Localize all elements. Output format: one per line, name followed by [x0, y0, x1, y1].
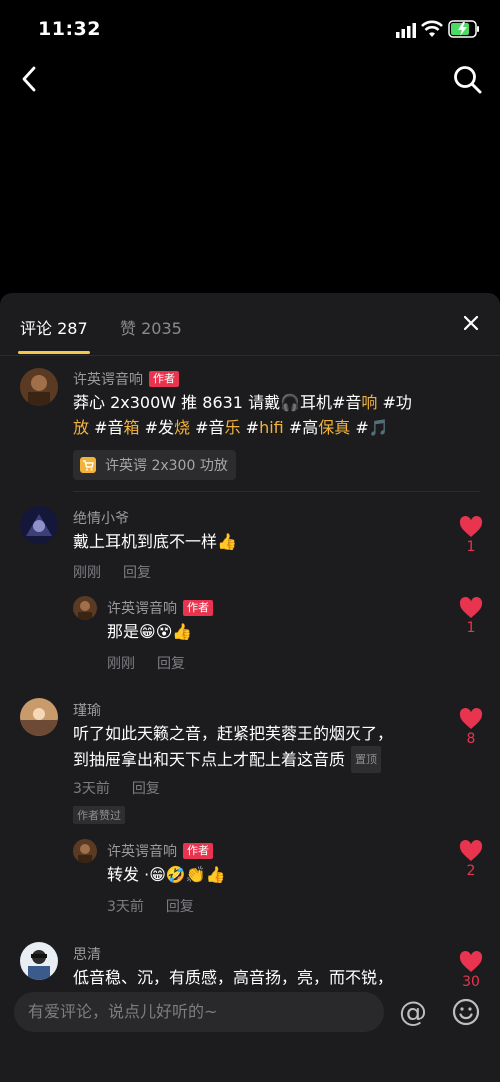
tab-comments[interactable]: 评论 287 [20, 315, 88, 339]
mention-at-icon[interactable]: @ [398, 997, 428, 1027]
timestamp: 刚刚 [73, 565, 101, 581]
hashtag-highlight[interactable]: 放 [73, 418, 89, 437]
text-segment: #高 [283, 418, 319, 437]
product-name: 许英谔 2x300 功放 [105, 458, 228, 474]
thumbs-up-emoji: 👍 [217, 532, 237, 551]
timestamp: 3天前 [73, 781, 110, 797]
comments-sheet: 评论 287 赞 2035 许英谔音响 作者 莽心 2x300W 推 8631 … [0, 293, 500, 1082]
author-liked-tag: 作者赞过 [73, 806, 125, 824]
text-segment: #音 [89, 418, 124, 437]
status-time: 11:32 [38, 18, 101, 40]
back-arrow-icon[interactable] [16, 62, 44, 96]
comment-item [20, 942, 58, 984]
comment-input[interactable]: 有爱评论，说点儿好听的~ [14, 992, 384, 1032]
username[interactable]: 许英谔音响 [107, 598, 177, 618]
text-segment: 耳机#音 [300, 393, 362, 412]
heart-icon[interactable] [459, 708, 483, 730]
home-indicator-area [0, 1038, 500, 1082]
text-segment: #功 [377, 393, 412, 412]
like-count: 8 [466, 731, 476, 747]
avatar[interactable] [20, 698, 58, 736]
reply-button[interactable]: 回复 [157, 653, 185, 673]
avatar[interactable] [73, 839, 97, 863]
text-segment: #发 [139, 418, 175, 437]
text-segment: # [350, 418, 369, 437]
active-tab-indicator [18, 351, 90, 354]
avatar[interactable] [73, 596, 97, 620]
reply-meta: 3天前 回复 [107, 896, 194, 916]
pinned-tag: 置顶 [351, 746, 382, 773]
username[interactable]: 许英谔音响 [73, 369, 143, 389]
reply-text: 转发 ·😁🤣👏👍 [107, 862, 226, 887]
emoji-face-icon[interactable] [452, 998, 480, 1026]
heart-icon[interactable] [459, 951, 483, 973]
avatar[interactable] [20, 506, 58, 544]
comment-meta: 刚刚 回复 [73, 562, 151, 582]
like-count: 1 [466, 620, 476, 636]
hashtag-highlight[interactable]: hifi [259, 418, 284, 437]
reply-emojis: 😁🤣👏👍 [149, 865, 226, 884]
comment-item [20, 698, 58, 740]
heart-icon[interactable] [459, 840, 483, 862]
comment-item [20, 506, 58, 548]
comment-body: 戴上耳机到底不一样 [73, 532, 218, 551]
comment-header: 许英谔音响 作者 [73, 369, 179, 389]
reply-text: 那是😁😵👍 [107, 619, 192, 644]
product-link[interactable]: 许英谔 2x300 功放 [73, 450, 236, 480]
comment-body: 到抽屉拿出和天下点上才配上着这音质 [73, 750, 346, 769]
hashtag-highlight[interactable]: 乐 [225, 418, 241, 437]
reply-header: 许英谔音响 作者 [107, 598, 213, 618]
comment-text: 戴上耳机到底不一样👍 [73, 529, 237, 554]
comment-text-line: 到抽屉拿出和天下点上才配上着这音质 置顶 [73, 746, 382, 773]
reply-item [73, 596, 97, 624]
wifi-icon [421, 20, 443, 37]
reply-header: 许英谔音响 作者 [107, 841, 213, 861]
comment-text-line: 听了如此天籁之音，赶紧把芙蓉王的烟灭了， [73, 724, 394, 743]
shopping-cart-icon [80, 457, 96, 473]
hashtag-highlight[interactable]: 保真 [318, 418, 350, 437]
heart-icon[interactable] [459, 597, 483, 619]
comment-meta: 3天前 回复 [73, 778, 160, 798]
timestamp: 刚刚 [107, 656, 135, 672]
hashtag-highlight[interactable]: 响 [361, 393, 377, 412]
username[interactable]: 瑾瑜 [73, 700, 101, 720]
hashtag-highlight[interactable]: 烧 [174, 418, 190, 437]
reply-item [73, 839, 97, 867]
tabs-divider [0, 355, 500, 356]
music-note-emoji: 🎵 [368, 418, 389, 437]
hashtag-highlight[interactable]: 箱 [124, 418, 140, 437]
comment-text: 莽心 2x300W 推 8631 请戴🎧耳机#音响 #功放 #音箱 #发烧 #音… [73, 390, 433, 440]
comment-item [20, 368, 58, 410]
headphones-emoji: 🎧 [280, 393, 300, 412]
reply-button[interactable]: 回复 [166, 896, 194, 916]
reply-button[interactable]: 回复 [123, 562, 151, 582]
author-badge: 作者 [149, 371, 179, 387]
reply-body: 转发 · [107, 865, 150, 884]
close-icon[interactable] [462, 314, 480, 332]
text-segment: 莽心 2x300W 推 8631 请戴 [73, 393, 281, 412]
avatar[interactable] [20, 368, 58, 406]
reply-button[interactable]: 回复 [132, 778, 160, 798]
timestamp: 3天前 [107, 899, 144, 915]
author-badge: 作者 [183, 843, 213, 859]
like-count: 1 [466, 539, 476, 555]
like-count: 2 [466, 863, 476, 879]
reply-meta: 刚刚 回复 [107, 653, 185, 673]
username[interactable]: 许英谔音响 [107, 841, 177, 861]
comment-divider [73, 491, 480, 492]
avatar[interactable] [20, 942, 58, 980]
text-segment: #音 [190, 418, 225, 437]
reply-emojis: 😁😵👍 [139, 622, 193, 641]
text-segment: # [240, 418, 260, 437]
author-badge: 作者 [183, 600, 213, 616]
battery-charging-icon [448, 20, 479, 38]
search-icon[interactable] [452, 64, 484, 96]
username[interactable]: 思清 [73, 944, 101, 964]
cellular-signal-icon [396, 23, 416, 38]
username[interactable]: 绝情小爷 [73, 508, 129, 528]
reply-body: 那是 [107, 622, 140, 641]
tab-likes[interactable]: 赞 2035 [120, 315, 182, 339]
heart-icon[interactable] [459, 516, 483, 538]
